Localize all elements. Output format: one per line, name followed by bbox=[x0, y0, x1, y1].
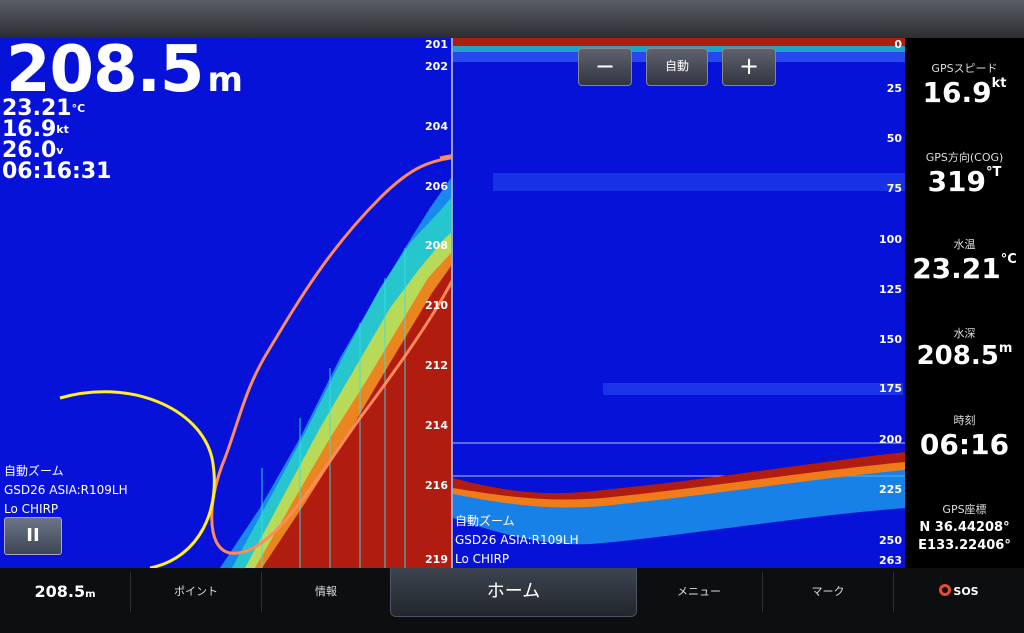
scale-label: 263 bbox=[879, 554, 902, 567]
scale-label: 0 bbox=[894, 38, 902, 51]
scale-label: 210 bbox=[425, 299, 448, 312]
nav-point-button[interactable]: ポイント bbox=[131, 568, 261, 633]
gps-cog-value: 319°T bbox=[927, 165, 1002, 198]
scale-label: 206 bbox=[425, 180, 448, 193]
zoom-in-button[interactable]: + bbox=[722, 48, 776, 86]
time-readout: 06:16:31 bbox=[2, 159, 112, 184]
nav-mark-button[interactable]: マーク bbox=[763, 568, 893, 633]
depth-value: 208.5m bbox=[916, 341, 1013, 371]
scale-label: 25 bbox=[886, 82, 902, 95]
auto-zoom-label: 自動ズーム bbox=[455, 514, 515, 528]
gps-speed-value: 16.9kt bbox=[922, 76, 1007, 109]
depth-label: 水深 bbox=[953, 327, 976, 340]
pause-button[interactable]: II bbox=[4, 517, 62, 555]
lifebuoy-icon bbox=[939, 584, 952, 596]
water-temp-label: 水温 bbox=[953, 238, 976, 251]
scale-label: 201 bbox=[425, 38, 448, 51]
scale-label: 175 bbox=[879, 382, 902, 395]
left-info-block: 自動ズーム GSD26 ASIA:R109LH Lo CHIRP bbox=[4, 462, 128, 519]
data-bar: GPSスピード 16.9kt GPS方向(COG) 319°T 水温 23.21… bbox=[905, 38, 1024, 568]
gps-speed-label: GPSスピード bbox=[931, 62, 998, 75]
water-temp-value: 23.21°C bbox=[912, 252, 1017, 285]
gps-cog-label: GPS方向(COG) bbox=[925, 151, 1004, 164]
latitude-value: N 36.44208° bbox=[919, 520, 1010, 535]
scale-label: 200 bbox=[879, 433, 902, 446]
longitude-value: E133.22406° bbox=[918, 538, 1011, 553]
scale-label: 150 bbox=[879, 333, 902, 346]
gps-position-label: GPS座標 bbox=[942, 503, 987, 516]
frequency-label: Lo CHIRP bbox=[455, 552, 510, 566]
scale-label: 50 bbox=[886, 132, 902, 145]
scale-label: 225 bbox=[879, 483, 902, 496]
bottom-navigation: 208.5m ポイント 情報 ホーム メニュー マーク SOS bbox=[0, 568, 1024, 633]
nav-home-button[interactable]: ホーム bbox=[390, 568, 637, 617]
nav-menu-button[interactable]: メニュー bbox=[636, 568, 762, 633]
right-info-block: 自動ズーム GSD26 ASIA:R109LH Lo CHIRP bbox=[455, 512, 579, 568]
full-sonar-echo bbox=[453, 38, 905, 545]
time-value: 06:16 bbox=[919, 428, 1010, 461]
zoom-auto-button[interactable]: 自動 bbox=[646, 48, 708, 86]
scale-label: 216 bbox=[425, 479, 448, 492]
time-label: 時刻 bbox=[953, 414, 976, 427]
nav-depth-readout[interactable]: 208.5m bbox=[0, 568, 130, 633]
scale-label: 212 bbox=[425, 359, 448, 372]
scale-label: 208 bbox=[425, 239, 448, 252]
scale-label: 219 bbox=[425, 553, 448, 566]
scale-label: 214 bbox=[425, 419, 448, 432]
scale-label: 250 bbox=[879, 534, 902, 547]
nav-info-button[interactable]: 情報 bbox=[262, 568, 390, 633]
auto-zoom-label: 自動ズーム bbox=[4, 464, 64, 478]
scale-label: 125 bbox=[879, 283, 902, 296]
scale-label: 202 bbox=[425, 60, 448, 73]
scale-label: 204 bbox=[425, 120, 448, 133]
transducer-label: GSD26 ASIA:R109LH bbox=[4, 483, 128, 497]
zoom-out-button[interactable]: − bbox=[578, 48, 632, 86]
scale-label: 75 bbox=[886, 182, 902, 195]
full-sonar-panel[interactable]: − 自動 + 0 25 50 75 100 125 150 175 200 22… bbox=[453, 38, 905, 568]
zoom-sonar-panel[interactable]: 208.5 m 23.21°C 16.9kt 26.0v 06:16:31 201… bbox=[0, 38, 451, 568]
top-status-bar bbox=[0, 0, 1024, 38]
nav-sos-button[interactable]: SOS bbox=[894, 568, 1024, 633]
transducer-label: GSD26 ASIA:R109LH bbox=[455, 533, 579, 547]
scale-label: 100 bbox=[879, 233, 902, 246]
